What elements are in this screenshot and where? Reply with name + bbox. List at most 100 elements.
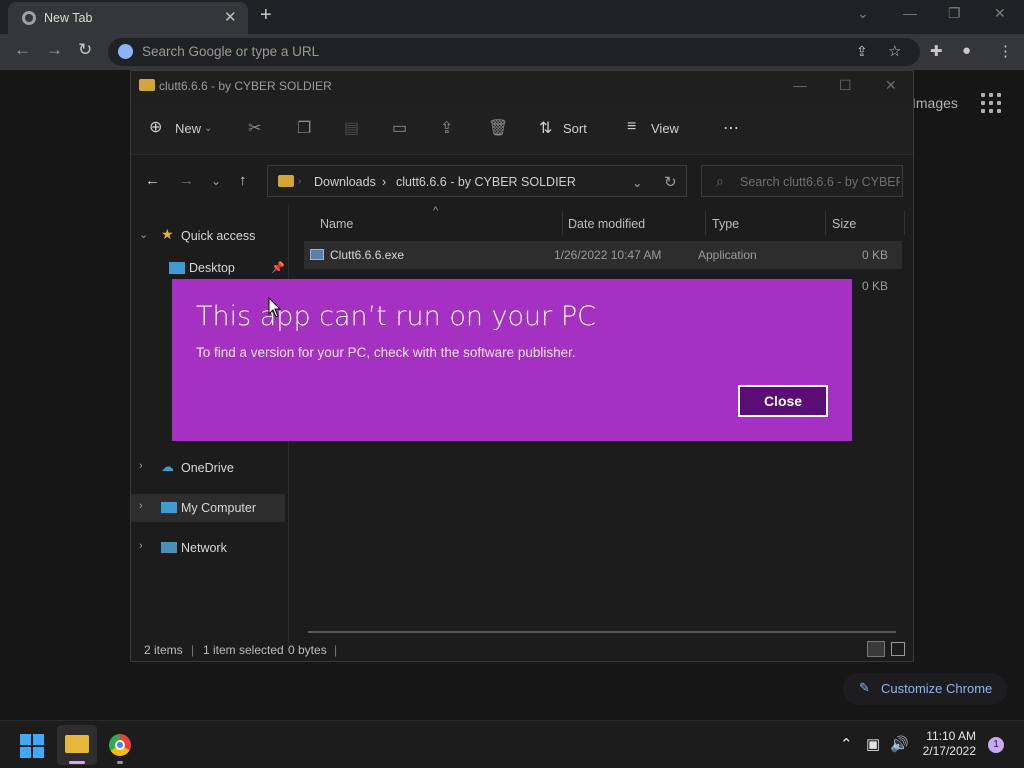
column-header-name[interactable]: Name — [320, 217, 353, 231]
volume-icon[interactable]: 🔊 — [890, 735, 909, 753]
sidebar-item-quick-access[interactable]: ⌄ ★ Quick access — [131, 222, 287, 250]
rename-icon[interactable]: ▭ — [392, 118, 407, 138]
file-name: Clutt6.6.6.exe — [330, 248, 405, 262]
star-icon: ★ — [161, 226, 174, 242]
dialog-close-button[interactable]: Close — [738, 385, 828, 417]
breadcrumb-downloads[interactable]: Downloads — [314, 175, 376, 189]
explorer-window-title: clutt6.6.6 - by CYBER SOLDIER — [159, 79, 332, 93]
customize-chrome-button[interactable]: ✎ Customize Chrome — [843, 673, 1007, 705]
taskbar-file-explorer[interactable] — [57, 725, 97, 765]
explorer-minimize-button[interactable]: — — [793, 77, 807, 93]
browser-toolbar: ← → ↻ Search Google or type a URL ⇪ ☆ ✚ … — [0, 34, 1024, 70]
share-icon[interactable]: ⇪ — [856, 43, 868, 60]
my-computer-chevron-icon[interactable]: › — [139, 500, 143, 512]
delete-icon[interactable]: 🗑 — [488, 118, 508, 138]
share-file-icon[interactable]: ⇪ — [440, 118, 453, 138]
refresh-icon[interactable]: ↻ — [664, 173, 677, 191]
folder-search-box[interactable]: ⌕ Search clutt6.6.6 - by CYBER ... — [701, 165, 903, 197]
google-apps-icon[interactable] — [980, 92, 1002, 114]
search-icon: ⌕ — [716, 173, 724, 189]
breadcrumb-separator-icon: › — [298, 176, 302, 187]
explorer-close-button[interactable]: ✕ — [885, 77, 897, 94]
tab-search-icon[interactable]: ⌄ — [857, 5, 869, 22]
more-options-icon[interactable]: ⋯ — [723, 118, 739, 138]
explorer-title-bar: clutt6.6.6 - by CYBER SOLDIER — ☐ ✕ — [131, 71, 913, 103]
column-divider[interactable] — [825, 211, 826, 235]
paste-icon[interactable]: ▤ — [344, 118, 359, 138]
bookmark-star-icon[interactable]: ☆ — [888, 42, 901, 60]
google-icon — [118, 44, 133, 59]
sort-icon: ⇅ — [539, 120, 553, 137]
onedrive-chevron-icon[interactable]: › — [139, 460, 143, 472]
close-tab-icon[interactable]: ✕ — [224, 8, 237, 26]
sidebar-network-label: Network — [181, 541, 227, 555]
minimize-button[interactable]: — — [903, 5, 917, 21]
notification-badge[interactable]: 1 — [988, 737, 1004, 753]
reload-icon[interactable]: ↻ — [78, 40, 92, 60]
cloud-icon: ☁ — [161, 459, 174, 474]
sort-ascending-icon: ^ — [433, 205, 439, 217]
network-chevron-icon[interactable]: › — [139, 540, 143, 552]
new-plus-icon: ⊕ — [149, 119, 163, 136]
expand-chevron-icon[interactable]: ⌄ — [139, 228, 148, 241]
browser-tab[interactable]: New Tab ✕ — [8, 2, 248, 34]
column-header-type[interactable]: Type — [712, 217, 739, 231]
show-hidden-icons-chevron[interactable]: ⌃ — [840, 735, 853, 753]
chrome-taskbar-icon[interactable] — [109, 734, 131, 756]
new-tab-button[interactable]: + — [260, 4, 272, 27]
images-link[interactable]: Images — [912, 95, 958, 111]
folder-icon — [139, 79, 155, 91]
sidebar-my-computer-label: My Computer — [181, 501, 257, 515]
close-window-button[interactable]: ✕ — [994, 5, 1006, 22]
tiles-view-icon[interactable] — [891, 642, 905, 656]
status-item-count: 2 items — [144, 643, 183, 657]
sidebar-item-onedrive[interactable]: › ☁ OneDrive — [131, 454, 287, 482]
omnibox[interactable]: Search Google or type a URL ⇪ ☆ — [108, 38, 920, 66]
dialog-heading: This app can’t run on your PC — [196, 301, 596, 332]
explorer-maximize-button[interactable]: ☐ — [839, 77, 852, 94]
status-separator: | — [334, 643, 338, 657]
horizontal-scrollbar[interactable] — [308, 631, 896, 633]
status-bar: 2 items | 1 item selected 0 bytes | — [131, 641, 913, 661]
address-bar[interactable]: › Downloads › clutt6.6.6 - by CYBER SOLD… — [267, 165, 687, 197]
view-button[interactable]: View — [651, 121, 679, 136]
copy-icon[interactable]: ❐ — [297, 118, 311, 138]
tab-title: New Tab — [44, 11, 93, 25]
extensions-icon[interactable]: ✚ — [930, 42, 943, 60]
column-header-date[interactable]: Date modified — [568, 217, 645, 231]
file-size: 0 KB — [862, 248, 889, 262]
chrome-running-indicator — [117, 761, 123, 764]
computer-icon — [161, 502, 177, 513]
breadcrumb-current-folder[interactable]: clutt6.6.6 - by CYBER SOLDIER — [396, 175, 576, 189]
back-icon[interactable]: ← — [14, 40, 31, 60]
address-dropdown-icon[interactable]: ⌄ — [632, 175, 642, 190]
sidebar-item-network[interactable]: › Network — [131, 534, 287, 562]
pencil-icon: ✎ — [859, 680, 870, 695]
details-view-icon[interactable] — [867, 641, 885, 657]
explorer-forward-icon[interactable]: → — [179, 172, 194, 189]
file-row[interactable]: Clutt6.6.6.exe 1/26/2022 10:47 AM Applic… — [304, 241, 902, 269]
forward-icon[interactable]: → — [46, 40, 63, 60]
clock[interactable]: 11:10 AM 2/17/2022 — [918, 729, 976, 759]
windows-start-icon[interactable] — [20, 734, 44, 758]
file-type: Application — [698, 248, 757, 262]
mouse-cursor-icon — [268, 297, 282, 318]
column-divider[interactable] — [705, 211, 706, 235]
new-button[interactable]: New — [175, 121, 201, 136]
up-folder-icon[interactable]: ↑ — [239, 172, 247, 189]
profile-icon[interactable]: ● — [962, 42, 971, 59]
restore-button[interactable]: ❐ — [948, 5, 961, 22]
sort-button[interactable]: Sort — [563, 121, 587, 136]
column-header-size[interactable]: Size — [832, 217, 856, 231]
explorer-back-icon[interactable]: ← — [145, 172, 160, 189]
dialog-message: To find a version for your PC, check wit… — [196, 345, 576, 360]
cut-icon[interactable]: ✂ — [248, 118, 261, 138]
network-status-icon[interactable]: ▣ — [866, 735, 880, 753]
recent-locations-icon[interactable]: ⌄ — [211, 174, 221, 188]
menu-icon[interactable]: ⋮ — [998, 42, 1013, 60]
sidebar-onedrive-label: OneDrive — [181, 461, 234, 475]
sidebar-item-my-computer[interactable]: › My Computer — [131, 494, 285, 522]
column-divider[interactable] — [562, 211, 563, 235]
column-divider[interactable] — [904, 211, 905, 235]
sidebar-item-desktop[interactable]: Desktop 📌 — [131, 254, 287, 282]
